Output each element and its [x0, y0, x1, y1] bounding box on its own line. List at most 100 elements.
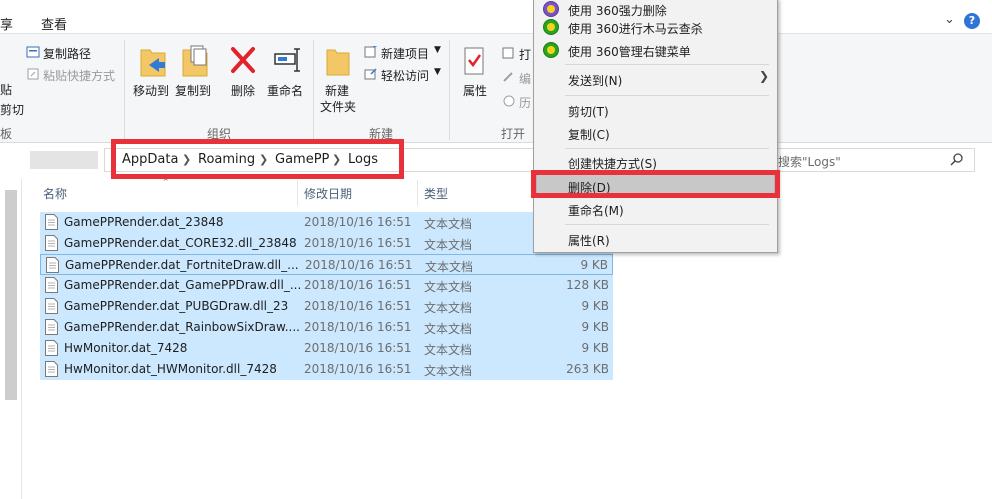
history-button-partial[interactable]: 历	[519, 94, 531, 111]
file-date: 2018/10/16 16:51	[305, 258, 413, 272]
file-row[interactable]: HwMonitor.dat_HWMonitor.dll_7428 2018/10/…	[40, 359, 613, 380]
ribbon-minimize-chevron-icon[interactable]: ⌄	[944, 12, 955, 27]
new-folder-button-line2[interactable]: 文件夹	[320, 98, 356, 115]
column-header-row: ⌃ 名称 修改日期 类型	[30, 178, 992, 206]
help-icon[interactable]: ?	[964, 13, 980, 29]
new-folder-button-line1[interactable]: 新建	[325, 82, 349, 99]
nav-scrollbar[interactable]	[5, 190, 17, 400]
cut-button-partial[interactable]: 剪切	[0, 101, 24, 118]
tab-share[interactable]: 享	[0, 14, 13, 33]
ribbon-separator	[449, 40, 450, 140]
annotation-highlight-delete	[531, 170, 780, 198]
column-header-type[interactable]: 类型	[424, 185, 448, 202]
ribbon-tab-bar: 享 查看 ⌄ ?	[0, 0, 992, 33]
easy-access-icon	[364, 68, 377, 80]
easy-access-dropdown-icon[interactable]: ▼	[434, 67, 441, 77]
rename-icon	[274, 48, 300, 72]
file-date: 2018/10/16 16:51	[304, 341, 412, 355]
360-scan-icon	[543, 19, 559, 35]
file-size: 263 KB	[566, 362, 609, 376]
menu-separator	[565, 64, 769, 65]
annotation-highlight-address	[111, 139, 404, 179]
easy-access-button[interactable]: 轻松访问	[381, 67, 429, 84]
copy-path-button[interactable]: 复制路径	[43, 45, 91, 62]
file-type: 文本文档	[424, 343, 473, 357]
open-button-partial[interactable]: 打	[519, 46, 531, 63]
blurred-path-segment	[30, 151, 98, 169]
column-header-date[interactable]: 修改日期	[304, 185, 352, 202]
rename-button[interactable]: 重命名	[267, 82, 303, 99]
file-type: 文本文档	[424, 322, 473, 336]
file-row[interactable]: HwMonitor.dat_7428 2018/10/16 16:51 文本文档 9 …	[40, 338, 613, 359]
context-menu: 使用 360强力删除 使用 360进行木马云查杀 使用 360管理右键菜单 发送…	[533, 0, 778, 253]
file-name: GamePPRender.dat_FortniteDraw.dll_...	[65, 258, 299, 272]
360-manage-icon	[543, 42, 559, 58]
file-row[interactable]: GamePPRender.dat_GamePPDraw.dll_... 2018/…	[40, 275, 613, 296]
menu-item-properties[interactable]: 属性(R)	[568, 232, 610, 249]
file-type: 文本文档	[424, 238, 473, 252]
text-document-icon	[45, 235, 58, 251]
paste-button-partial[interactable]: 贴	[0, 81, 12, 98]
move-to-icon	[140, 49, 166, 77]
file-row[interactable]: GamePPRender.dat_CORE32.dll_23848 2018/10…	[40, 233, 613, 254]
file-row[interactable]: GamePPRender.dat_23848 2018/10/16 16:51 文本…	[40, 212, 613, 233]
copy-to-button[interactable]: 复制到	[175, 82, 211, 99]
submenu-chevron-icon: ❯	[759, 69, 770, 83]
menu-item-copy[interactable]: 复制(C)	[568, 126, 610, 143]
text-document-icon	[45, 361, 58, 377]
text-document-icon	[45, 277, 58, 293]
file-name: GamePPRender.dat_PUBGDraw.dll_23	[64, 299, 289, 313]
delete-x-icon	[231, 47, 255, 73]
file-size: 128 KB	[566, 278, 609, 292]
file-size: 9 KB	[581, 299, 609, 313]
360-force-delete-icon	[543, 1, 559, 17]
properties-button[interactable]: 属性	[463, 82, 487, 99]
menu-item-rename[interactable]: 重命名(M)	[568, 202, 624, 219]
copy-to-icon	[182, 45, 208, 77]
text-document-icon	[46, 257, 59, 273]
menu-separator	[565, 224, 769, 225]
new-item-dropdown-icon[interactable]: ▼	[434, 45, 441, 55]
open-group-label: 打开	[501, 127, 526, 141]
file-size: 9 KB	[580, 258, 608, 272]
text-document-icon	[45, 298, 58, 314]
menu-separator	[565, 148, 769, 149]
clipboard-group-label: 板	[0, 127, 13, 141]
delete-button[interactable]: 删除	[231, 82, 255, 99]
search-placeholder: 搜索"Logs"	[778, 155, 841, 169]
column-divider[interactable]	[297, 180, 298, 206]
menu-item-send-to[interactable]: 发送到(N)	[568, 72, 622, 89]
menu-item-360-scan[interactable]: 使用 360进行木马云查杀	[568, 20, 703, 37]
column-divider[interactable]	[417, 180, 418, 206]
file-name: GamePPRender.dat_23848	[64, 215, 224, 229]
open-icon	[502, 47, 514, 59]
file-type: 文本文档	[425, 260, 474, 274]
file-name: GamePPRender.dat_CORE32.dll_23848	[64, 236, 297, 250]
tab-view[interactable]: 查看	[41, 14, 67, 33]
text-document-icon	[45, 214, 58, 230]
file-type: 文本文档	[424, 301, 473, 315]
edit-button-partial[interactable]: 编	[519, 70, 531, 87]
file-row[interactable]: GamePPRender.dat_RainbowSixDraw.... 2018/…	[40, 317, 613, 338]
text-document-icon	[45, 340, 58, 356]
sort-ascending-icon: ⌃	[162, 178, 170, 188]
ribbon-separator	[124, 40, 125, 140]
file-date: 2018/10/16 16:51	[304, 320, 412, 334]
paste-shortcut-icon	[27, 68, 39, 80]
file-row[interactable]: GamePPRender.dat_PUBGDraw.dll_23 2018/10/…	[40, 296, 613, 317]
menu-item-360-manage[interactable]: 使用 360管理右键菜单	[568, 43, 691, 60]
file-size: 9 KB	[581, 320, 609, 334]
file-row[interactable]: GamePPRender.dat_FortniteDraw.dll_... 201…	[40, 254, 613, 275]
move-to-button[interactable]: 移动到	[133, 82, 169, 99]
search-icon[interactable]	[950, 152, 964, 166]
new-folder-icon	[326, 49, 350, 76]
menu-item-cut[interactable]: 剪切(T)	[568, 103, 609, 120]
file-date: 2018/10/16 16:51	[304, 362, 412, 376]
ribbon: 复制路径 粘贴快捷方式 贴 剪切 板 移动到 复制到 删除 重命名 组织 新建 …	[0, 33, 992, 143]
new-item-button[interactable]: 新建项目	[381, 45, 429, 62]
file-date: 2018/10/16 16:51	[304, 299, 412, 313]
menu-item-360-force-delete[interactable]: 使用 360强力删除	[568, 2, 667, 19]
paste-shortcut-button[interactable]: 粘贴快捷方式	[43, 67, 115, 84]
file-name: HwMonitor.dat_7428	[64, 341, 188, 355]
column-header-name[interactable]: 名称	[43, 185, 67, 202]
